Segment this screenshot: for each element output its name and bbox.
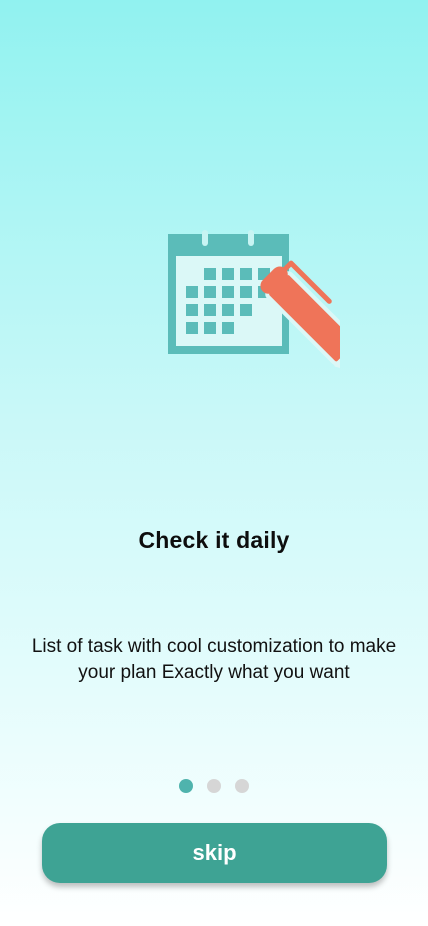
onboarding-title: Check it daily (138, 527, 290, 553)
onboarding-description: List of task with cool customization to … (31, 636, 397, 683)
page-dot-2[interactable] (207, 779, 221, 793)
page-indicator (0, 779, 428, 793)
skip-button[interactable]: skip (42, 823, 387, 883)
onboarding-screen: Check it daily List of task with cool cu… (0, 0, 428, 926)
page-dot-1[interactable] (179, 779, 193, 793)
page-dot-3[interactable] (235, 779, 249, 793)
calendar-with-pencil-icon (164, 228, 340, 384)
